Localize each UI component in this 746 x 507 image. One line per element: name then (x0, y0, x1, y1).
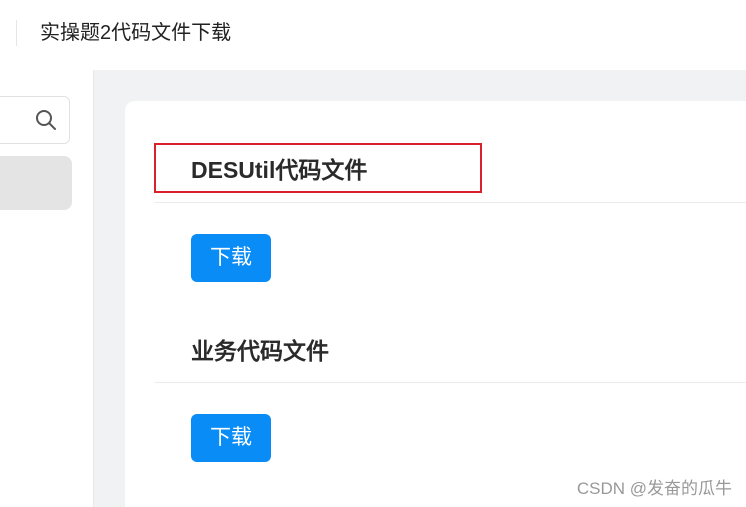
section-title-business: 业务代码文件 (191, 338, 329, 364)
download-card: DESUtil代码文件 下载 业务代码文件 下载 (125, 101, 746, 507)
sidebar-item-active[interactable] (0, 156, 72, 210)
watermark: CSDN @发奋的瓜牛 (576, 479, 732, 498)
search-input[interactable] (0, 96, 70, 144)
page: 实操题2代码文件下载 DESUtil代码文件 下载 业务代码文件 下载 CSDN… (0, 0, 746, 507)
main-content: DESUtil代码文件 下载 业务代码文件 下载 CSDN @发奋的瓜牛 (94, 70, 746, 507)
page-title: 实操题2代码文件下载 (40, 22, 232, 44)
section-divider (154, 202, 746, 203)
section-divider (154, 382, 746, 383)
top-bar: 实操题2代码文件下载 (0, 0, 746, 70)
section-title-desutil: DESUtil代码文件 (191, 157, 368, 183)
sidebar (0, 70, 94, 507)
search-icon[interactable] (35, 109, 57, 131)
download-business-button[interactable]: 下载 (191, 414, 271, 462)
topbar-divider (16, 20, 17, 46)
download-desutil-button[interactable]: 下载 (191, 234, 271, 282)
